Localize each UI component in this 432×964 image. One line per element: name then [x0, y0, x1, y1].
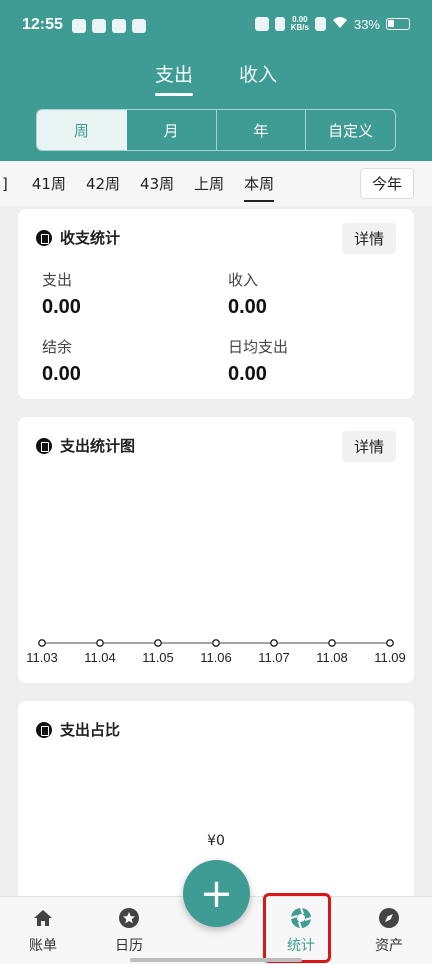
- balance-value: 0.00: [42, 363, 81, 385]
- medal-icon: [36, 721, 52, 738]
- status-bar: 12:55 0.00 KB/s 33%: [0, 0, 432, 52]
- net-speed: 0.00 KB/s: [290, 15, 309, 32]
- expense-line-chart: 11.03 11.04 11.05 11.06 11.07 11.08 11.09: [26, 639, 406, 665]
- header: 12:55 0.00 KB/s 33% 支出 收入 周 月 年 自定义: [0, 0, 432, 161]
- ledger-icon: [36, 229, 52, 246]
- battery-text: 33%: [353, 16, 380, 32]
- x-tick-label: 11.07: [258, 650, 290, 665]
- data-point: [38, 639, 46, 647]
- more-notification-icon: [132, 19, 146, 33]
- data-point: [96, 639, 104, 647]
- summary-card: 收支统计 详情 支出 0.00 收入 0.00 结余 0.00 日均支出 0.0…: [18, 209, 414, 399]
- period-custom[interactable]: 自定义: [306, 110, 395, 150]
- expense-stat: 支出 0.00: [42, 269, 81, 319]
- download-icon: [92, 19, 106, 33]
- battery-icon: [386, 18, 410, 30]
- sync-icon: [112, 19, 126, 33]
- sim-icon: [314, 17, 326, 31]
- compass-icon: [379, 908, 399, 928]
- balance-label: 结余: [42, 338, 73, 356]
- x-tick-label: 11.09: [374, 650, 406, 665]
- tab-income[interactable]: 收入: [239, 60, 277, 95]
- income-label: 收入: [228, 271, 259, 289]
- summary-title: 收支统计: [60, 229, 121, 247]
- expense-label: 支出: [42, 271, 73, 289]
- home-indicator: [130, 958, 302, 962]
- period-week[interactable]: 周: [37, 110, 127, 150]
- x-tick-label: 11.04: [84, 650, 116, 665]
- expense-value: 0.00: [42, 296, 81, 318]
- chart-card: 支出统计图 详情 11.03 11.04 11.05 11.06 11.07 11.08 1…: [18, 417, 414, 683]
- tab-expense[interactable]: 支出: [154, 60, 194, 96]
- x-tick-label: 11.06: [200, 650, 232, 665]
- camera-icon: [254, 17, 269, 31]
- week-item[interactable]: ]: [2, 175, 8, 193]
- add-record-button[interactable]: +: [183, 860, 250, 927]
- aperture-icon: [290, 907, 312, 929]
- nav-assets[interactable]: 资产: [359, 907, 419, 955]
- share-title: 支出占比: [60, 721, 121, 739]
- vibrate-icon: [274, 17, 285, 31]
- week-strip: ] 41周 42周 43周 上周 本周 今年: [0, 161, 432, 206]
- period-selector: 周 月 年 自定义: [36, 109, 396, 151]
- data-point: [270, 639, 278, 647]
- status-time: 12:55: [22, 16, 63, 33]
- income-value: 0.00: [228, 296, 267, 318]
- share-total: ¥0: [207, 833, 225, 849]
- week-item-43[interactable]: 43周: [140, 173, 174, 194]
- data-point: [154, 639, 162, 647]
- home-icon: [34, 910, 52, 926]
- mode-tabs: 支出 收入: [0, 60, 432, 96]
- summary-detail-button[interactable]: 详情: [342, 223, 396, 254]
- daily-stat: 日均支出 0.00: [228, 336, 288, 386]
- nav-bills[interactable]: 账单: [13, 907, 73, 955]
- period-month[interactable]: 月: [127, 110, 217, 150]
- week-item-42[interactable]: 42周: [86, 173, 120, 194]
- x-tick-label: 11.03: [26, 650, 58, 665]
- income-stat: 收入 0.00: [228, 269, 267, 319]
- notification-icon: [72, 19, 86, 33]
- data-point: [328, 639, 336, 647]
- daily-label: 日均支出: [228, 338, 289, 356]
- this-year-button[interactable]: 今年: [360, 168, 414, 199]
- x-tick-label: 11.08: [316, 650, 348, 665]
- balance-stat: 结余 0.00: [42, 336, 81, 386]
- daily-value: 0.00: [228, 363, 267, 385]
- nav-stats[interactable]: 统计: [271, 907, 331, 955]
- star-icon: [119, 908, 139, 928]
- x-tick-label: 11.05: [142, 650, 174, 665]
- data-point: [212, 639, 220, 647]
- wifi-icon: [332, 16, 348, 32]
- week-item-41[interactable]: 41周: [32, 173, 66, 194]
- week-item-current[interactable]: 本周: [244, 173, 275, 202]
- data-point: [386, 639, 394, 647]
- week-item-last[interactable]: 上周: [194, 173, 224, 194]
- nav-calendar[interactable]: 日历: [99, 907, 159, 955]
- period-year[interactable]: 年: [217, 110, 307, 150]
